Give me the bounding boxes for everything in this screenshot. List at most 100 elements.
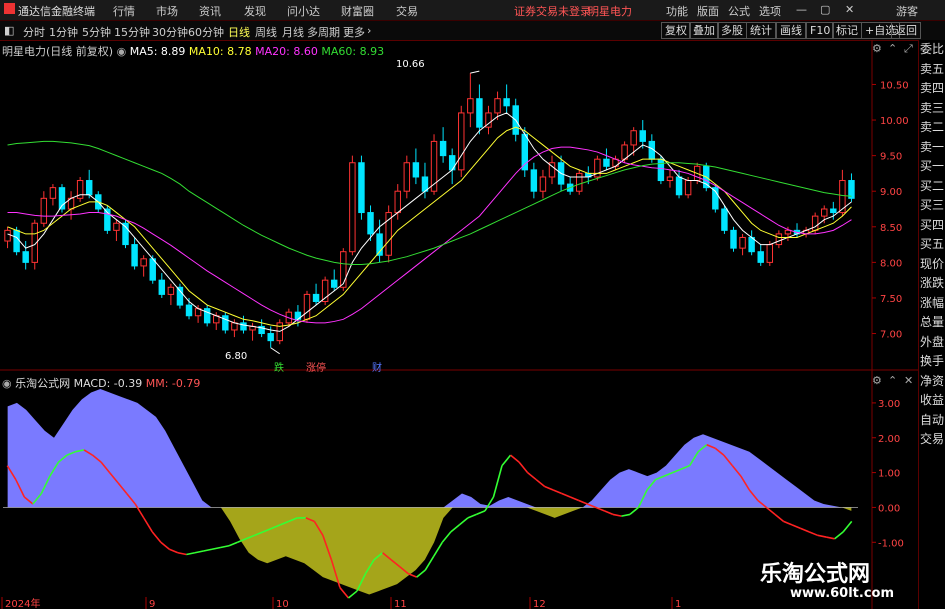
side-panel-item[interactable]: 现价 (919, 255, 945, 275)
side-panel-item[interactable]: 收益 (919, 391, 945, 411)
side-panel-item[interactable]: 自动 (919, 411, 945, 431)
chevron-right-icon[interactable]: › (367, 24, 371, 37)
menu-quotes[interactable]: 行情 (113, 3, 135, 19)
close-icon[interactable]: ✕ (845, 3, 854, 16)
period-60min[interactable]: 60分钟 (188, 24, 224, 40)
toolbar-menu-icon[interactable]: ◧ (4, 24, 14, 37)
candle-body (811, 215, 819, 231)
ma20-label: MA20: 8.60 (255, 45, 318, 58)
multi-stock-button[interactable]: 多股 (717, 22, 747, 39)
menu-wealth[interactable]: 财富圈 (341, 3, 374, 19)
menu-options[interactable]: 选项 (759, 3, 781, 19)
low-price-label: 6.80 (225, 351, 248, 362)
candle-body (140, 258, 147, 267)
candle-body (203, 308, 211, 324)
side-panel-item[interactable]: 涨跌 (919, 274, 945, 294)
price-tick-label: 10.50 (880, 80, 909, 91)
minimize-icon[interactable]: — (796, 3, 807, 16)
menu-discover[interactable]: 发现 (244, 3, 266, 19)
period-1min[interactable]: 1分钟 (49, 24, 78, 40)
f10-button[interactable]: F10 (806, 22, 835, 39)
macd-dif-segment (518, 461, 529, 474)
event-marker-finance[interactable]: 财 (372, 359, 382, 374)
candle-body (766, 244, 774, 263)
indicator-menu-icon[interactable]: ◉ (2, 377, 12, 390)
menu-market[interactable]: 市场 (156, 3, 178, 19)
draw-line-button[interactable]: 画线 (776, 22, 806, 39)
collapse-icon[interactable]: ⌃ (888, 42, 897, 55)
candle-body (503, 98, 510, 107)
event-marker-fall[interactable]: 跌 (274, 359, 284, 374)
side-panel-item[interactable]: 买一 (919, 157, 945, 177)
side-panel-item[interactable]: 净资 (919, 372, 945, 392)
side-panel-item[interactable]: 委比 (919, 40, 945, 60)
candle-body (439, 140, 447, 157)
menu-function[interactable]: 功能 (666, 3, 688, 19)
menu-trade[interactable]: 交易 (396, 3, 418, 19)
menu-ask[interactable]: 问小达 (287, 3, 320, 19)
guest-label[interactable]: 游客 (896, 3, 918, 19)
overlay-button[interactable]: 叠加 (689, 22, 719, 39)
menu-news[interactable]: 资讯 (199, 3, 221, 19)
maximize-icon[interactable]: ▢ (820, 3, 830, 16)
back-button[interactable]: 返回 (891, 22, 921, 39)
menu-layout[interactable]: 版面 (697, 3, 719, 19)
period-5min[interactable]: 5分钟 (82, 24, 111, 40)
macd-dif-segment (834, 531, 844, 540)
period-15min[interactable]: 15分钟 (114, 24, 150, 40)
mark-button[interactable]: 标记 (832, 22, 862, 39)
side-panel-item[interactable]: 买四 (919, 216, 945, 236)
candle-body (394, 190, 401, 214)
side-panel-item[interactable]: 交易 (919, 430, 945, 450)
side-panel-item[interactable]: 卖一 (919, 138, 945, 158)
settings-icon[interactable]: ⚙ (872, 42, 882, 55)
macd-dif-segment (604, 510, 614, 516)
indicator-settings-icon[interactable]: ⚙ (872, 374, 882, 387)
legend-toggle-icon[interactable]: ◉ (117, 45, 127, 58)
side-panel-item[interactable]: 卖四 (919, 79, 945, 99)
period-30min[interactable]: 30分钟 (152, 24, 188, 40)
expand-icon[interactable]: ⤢ (904, 42, 913, 56)
candle-body (312, 293, 320, 303)
macd-dif-segment (808, 531, 818, 537)
side-panel-item[interactable]: 外盘 (919, 333, 945, 353)
candle-body (149, 258, 156, 281)
candle-body (4, 229, 11, 242)
period-multi[interactable]: 多周期 (307, 24, 340, 40)
time-axis-label: 10 (276, 599, 289, 609)
login-notice[interactable]: 证券交易未登录 (514, 3, 591, 19)
side-panel-item[interactable]: 卖二 (919, 118, 945, 138)
period-daily[interactable]: 日线 (228, 24, 250, 40)
price-tick-label: 7.50 (880, 294, 902, 305)
title-bar: 通达信金融终端 行情 市场 资讯 发现 问小达 财富圈 交易 证券交易未登录 明… (0, 0, 945, 21)
menu-formula[interactable]: 公式 (728, 3, 750, 19)
period-weekly[interactable]: 周线 (255, 24, 277, 40)
restore-rights-button[interactable]: 复权 (661, 22, 691, 39)
candle-body (367, 212, 374, 235)
period-more[interactable]: 更多 (343, 24, 365, 40)
event-marker-limit-up[interactable]: 涨停 (306, 359, 326, 374)
side-panel-item[interactable]: 卖三 (919, 99, 945, 119)
indicator-close-icon[interactable]: ✕ (904, 374, 913, 387)
side-panel-item[interactable]: 涨幅 (919, 294, 945, 314)
indicator-collapse-icon[interactable]: ⌃ (888, 374, 897, 387)
high-price-label: 10.66 (396, 59, 425, 70)
macd-dif-segment (407, 572, 418, 578)
candle-body (49, 187, 57, 199)
candle-body (185, 304, 193, 317)
period-monthly[interactable]: 月线 (282, 24, 304, 40)
candle-body (358, 162, 365, 214)
statistics-button[interactable]: 统计 (746, 22, 776, 39)
chart-area[interactable]: 10.5010.009.509.008.508.007.507.003.002.… (0, 40, 918, 609)
side-panel-item[interactable]: 买五 (919, 235, 945, 255)
side-panel-item[interactable]: 卖五 (919, 60, 945, 80)
side-panel-item[interactable]: 买二 (919, 177, 945, 197)
period-intraday[interactable]: 分时 (23, 24, 45, 40)
time-axis-label: 1 (675, 599, 681, 609)
side-panel-item[interactable]: 换手 (919, 352, 945, 372)
side-panel-item[interactable]: 买三 (919, 196, 945, 216)
time-axis-label: 2024年 (5, 597, 40, 609)
side-panel-item[interactable]: 总量 (919, 313, 945, 333)
macd-dif-segment (433, 541, 443, 557)
candle-body (113, 222, 120, 231)
